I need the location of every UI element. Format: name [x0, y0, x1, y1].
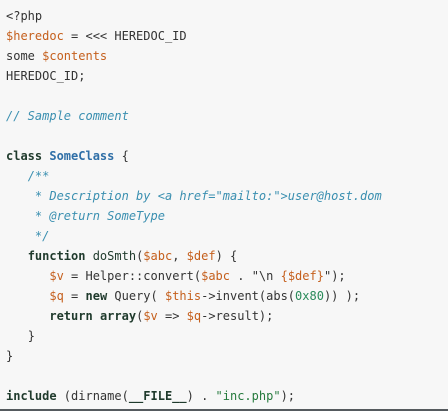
keyword-token: return: [49, 309, 93, 323]
code-line-16: return array($v => $q->result);: [6, 306, 448, 326]
code-text: HEREDOC_ID;: [6, 69, 86, 83]
function-name-token: doSmth: [85, 249, 137, 263]
code-editor[interactable]: <?php $heredoc = <<< HEREDOC_ID some $cont…: [0, 0, 448, 411]
code-line-11: * @return SomeType: [6, 206, 448, 226]
code-text: {: [114, 149, 129, 163]
number-token: 0x80: [295, 289, 324, 303]
code-line-20: include (dirname(__FILE__) . "inc.php");: [6, 386, 448, 406]
variable-token: $contents: [42, 49, 108, 63]
code-text: Query(: [107, 289, 165, 303]
code-text: }: [6, 349, 14, 363]
keyword-token: function: [27, 249, 86, 263]
code-line-3: some $contents: [6, 46, 448, 66]
code-text: .: [230, 269, 252, 283]
variable-token: $def: [186, 249, 216, 263]
code-text: ) .: [186, 389, 216, 403]
keyword-token: array: [99, 309, 137, 323]
keyword-token: include: [6, 389, 57, 403]
variable-token: $heredoc: [6, 29, 64, 43]
code-block: <?php $heredoc = <<< HEREDOC_ID some $cont…: [0, 0, 448, 406]
code-line-8: class SomeClass {: [6, 146, 448, 166]
magic-constant-token: __FILE__: [128, 389, 187, 403]
keyword-token: class: [6, 149, 43, 163]
code-line-18: }: [6, 346, 448, 366]
code-text: (dirname(: [56, 389, 129, 403]
code-text: =: [63, 289, 86, 303]
code-line-15: $q = new Query( $this->invent(abs(0x80))…: [6, 286, 448, 306]
variable-token: $abc: [201, 269, 231, 283]
php-open-tag: <?php: [6, 9, 43, 23]
code-text: ,: [172, 249, 187, 263]
class-name-token: SomeClass: [49, 149, 115, 163]
line-comment: // Sample comment: [6, 109, 129, 123]
code-text: );: [331, 269, 346, 283]
code-line-1: <?php: [6, 6, 448, 26]
variable-token: $q: [49, 289, 64, 303]
code-line-2: $heredoc = <<< HEREDOC_ID: [6, 26, 448, 46]
variable-token: $q: [186, 309, 202, 323]
variable-token: $v: [49, 269, 64, 283]
code-line-6: // Sample comment: [6, 106, 448, 126]
doc-comment: */: [27, 229, 50, 243]
doc-comment: * @return SomeType: [27, 209, 165, 223]
doc-comment: * Description by <a href="mailto:">user@…: [27, 189, 382, 203]
code-text: ->invent(abs(: [201, 289, 296, 303]
doc-comment: /**: [27, 169, 50, 183]
code-line-17: }: [6, 326, 448, 346]
code-text: some: [6, 49, 43, 63]
code-text: = Helper::: [63, 269, 144, 283]
code-line-13: function doSmth($abc, $def) {: [6, 246, 448, 266]
keyword-token: new: [85, 289, 108, 303]
code-line-12: */: [6, 226, 448, 246]
code-text: ->result);: [201, 309, 274, 323]
code-text: );: [280, 389, 296, 403]
code-text: }: [27, 329, 35, 343]
variable-token: $this: [164, 289, 202, 303]
variable-token: $v: [143, 309, 158, 323]
string-token: "inc.php": [215, 389, 281, 403]
code-text: =>: [157, 309, 187, 323]
code-line-14: $v = Helper::convert($abc . "\n {$def}")…: [6, 266, 448, 286]
code-line-10: * Description by <a href="mailto:">user@…: [6, 186, 448, 206]
string-interpolation-token: {$def}: [280, 269, 324, 283]
code-text: ) {: [215, 249, 238, 263]
string-token: "\n: [251, 269, 281, 283]
method-token: convert: [143, 269, 194, 283]
code-line-9: /**: [6, 166, 448, 186]
code-line-4: HEREDOC_ID;: [6, 66, 448, 86]
code-text: = <<< HEREDOC_ID: [63, 29, 187, 43]
variable-token: $abc: [143, 249, 173, 263]
code-text: )) );: [323, 289, 361, 303]
